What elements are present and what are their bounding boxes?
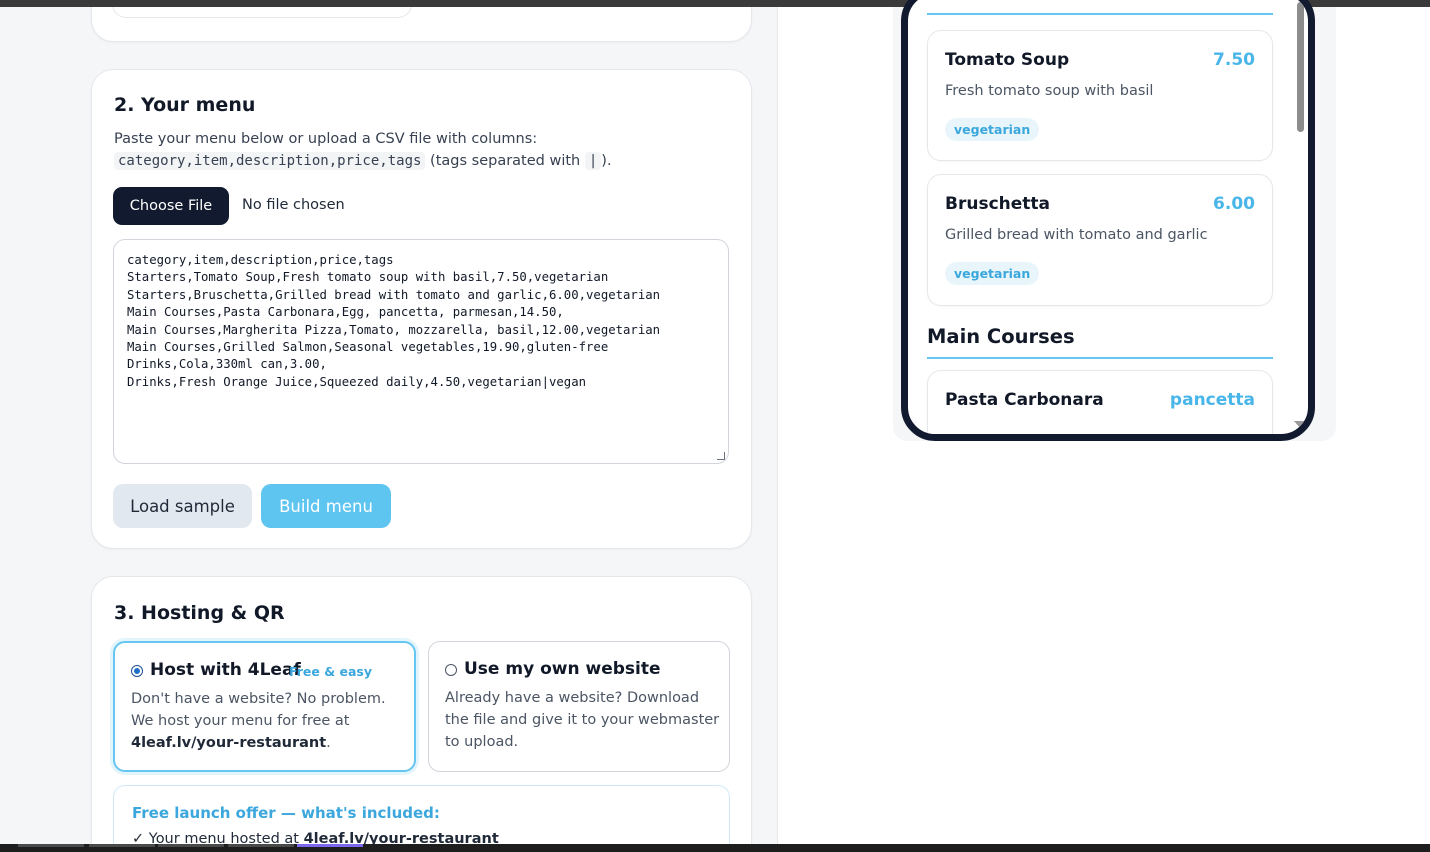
- csv-columns-code: category,item,description,price,tags: [114, 152, 426, 170]
- load-sample-button[interactable]: Load sample: [113, 484, 252, 528]
- menu-item-card: Tomato Soup 7.50 Fresh tomato soup with …: [927, 30, 1273, 161]
- menu-item-name: Tomato Soup: [945, 50, 1070, 70]
- menu-item-description: Grilled bread with tomato and garlic: [945, 227, 1208, 243]
- taskbar-tab[interactable]: [89, 844, 155, 847]
- menu-step-description: Paste your menu below or upload a CSV fi…: [114, 131, 612, 170]
- file-status-text: No file chosen: [242, 197, 345, 213]
- previous-step-card: [91, 7, 752, 42]
- taskbar-tab[interactable]: [18, 844, 84, 847]
- launch-offer-heading: Free launch offer — what's included:: [132, 804, 440, 822]
- build-menu-button[interactable]: Build menu: [261, 484, 391, 528]
- taskbar: [0, 844, 1430, 852]
- host-option-title: Host with 4Leaf: [150, 660, 301, 680]
- menu-step-card: 2. Your menu Paste your menu below or up…: [91, 69, 752, 549]
- menu-item-card: Bruschetta 6.00 Grilled bread with tomat…: [927, 174, 1273, 306]
- previous-step-input[interactable]: [112, 7, 412, 18]
- own-website-option-description: Already have a website? Download the fil…: [445, 690, 720, 750]
- menu-item-name: Bruschetta: [945, 194, 1050, 214]
- choose-file-button[interactable]: Choose File: [113, 187, 229, 225]
- host-option-description: Don't have a website? No problem. We hos…: [131, 691, 386, 751]
- launch-offer-box: Free launch offer — what's included: ✓ Y…: [113, 785, 730, 844]
- csv-textarea[interactable]: category,item,description,price,tags Sta…: [113, 239, 729, 464]
- csv-textarea-content: category,item,description,price,tags Sta…: [127, 253, 661, 389]
- menu-item-price: 7.50: [1213, 50, 1255, 70]
- menu-item-price: 6.00: [1213, 194, 1255, 214]
- hosting-step-title: 3. Hosting & QR: [114, 602, 285, 624]
- menu-item-name: Pasta Carbonara: [945, 390, 1104, 410]
- phone-preview-panel: Starters Tomato Soup 7.50 Fresh tomato s…: [893, 0, 1336, 441]
- launch-offer-item: ✓ Your menu hosted at 4leaf.lv/your-rest…: [132, 831, 499, 844]
- editor-pane: 2. Your menu Paste your menu below or up…: [0, 7, 778, 844]
- free-easy-badge: Free & easy: [289, 664, 372, 679]
- menu-item-tag: vegetarian: [945, 262, 1040, 285]
- menu-step-title: 2. Your menu: [114, 94, 256, 116]
- taskbar-tab[interactable]: [158, 844, 224, 847]
- menu-item-description: Fresh tomato soup with basil: [945, 83, 1154, 99]
- host-radio-button[interactable]: [131, 665, 143, 677]
- own-website-radio-button[interactable]: [445, 664, 457, 676]
- phone-frame: Starters Tomato Soup 7.50 Fresh tomato s…: [901, 0, 1315, 441]
- own-website-option-title: Use my own website: [464, 659, 661, 679]
- menu-item-tag: vegetarian: [945, 118, 1040, 141]
- preview-scrollbar-thumb[interactable]: [1297, 2, 1304, 132]
- host-url: 4leaf.lv/your-restaurant: [131, 735, 327, 751]
- taskbar-tab-active[interactable]: [297, 844, 363, 847]
- taskbar-tab[interactable]: [228, 844, 294, 847]
- menu-item-card: Pasta Carbonara pancetta: [927, 370, 1273, 434]
- section-heading-starters: Starters: [927, 0, 1273, 15]
- menu-item-price: pancetta: [1169, 390, 1255, 410]
- tag-separator-code: |: [584, 152, 602, 170]
- hosting-step-card: 3. Hosting & QR Host with 4Leaf Free & e…: [91, 576, 752, 844]
- menu-preview-scroll[interactable]: Starters Tomato Soup 7.50 Fresh tomato s…: [908, 0, 1308, 434]
- host-with-4leaf-option[interactable]: Host with 4Leaf Free & easy Don't have a…: [113, 641, 416, 772]
- section-heading-main-courses: Main Courses: [927, 325, 1273, 359]
- scroll-down-arrow-icon[interactable]: [1294, 421, 1306, 428]
- textarea-resize-icon[interactable]: [717, 452, 725, 460]
- own-website-option[interactable]: Use my own website Already have a websit…: [428, 641, 730, 772]
